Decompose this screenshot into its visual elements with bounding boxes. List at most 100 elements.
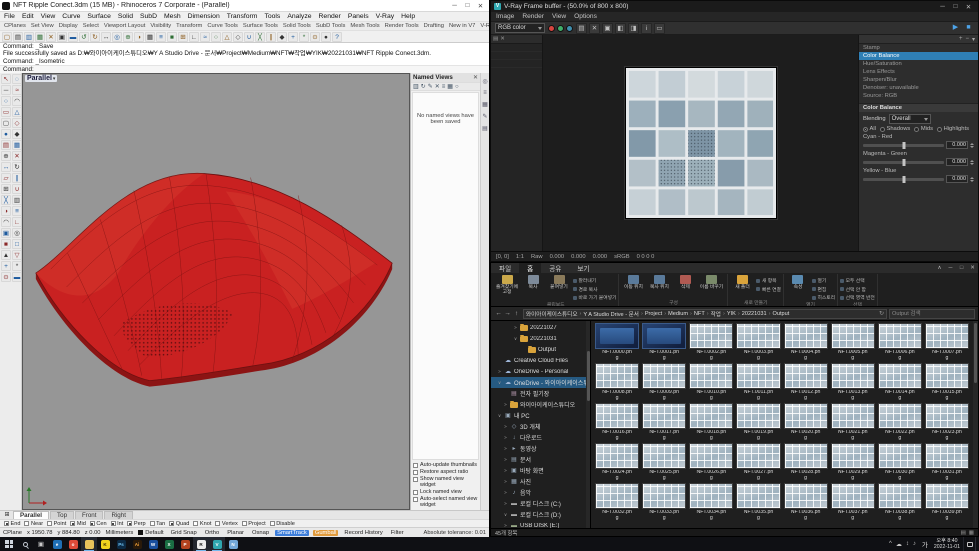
tree-item[interactable]: > 동영상 bbox=[491, 443, 590, 454]
layer-item[interactable]: Denoiser: unavailable bbox=[859, 84, 978, 92]
toolbar-tab[interactable]: Visibility bbox=[150, 23, 171, 29]
circle-icon[interactable]: ○ bbox=[1, 96, 11, 106]
trim-icon[interactable]: ╳ bbox=[255, 31, 265, 42]
pixel-information-icon[interactable]: i bbox=[641, 22, 652, 34]
properties-button[interactable]: 속성 bbox=[786, 274, 810, 290]
ribbon-tab[interactable]: 공유 bbox=[541, 263, 569, 273]
pan-icon[interactable]: ↔ bbox=[101, 31, 111, 42]
copy-button[interactable]: 복사 bbox=[521, 274, 545, 295]
file-item[interactable]: NFT.0019.png bbox=[736, 403, 781, 441]
tree-item[interactable]: ∨ 20221031 bbox=[491, 333, 590, 344]
revolve-icon[interactable]: ◎ bbox=[12, 228, 21, 238]
file-item[interactable]: NFT.0013.png bbox=[830, 363, 875, 401]
file-item[interactable]: NFT.0035.png bbox=[736, 483, 781, 521]
history-clear-icon[interactable]: ✕ bbox=[500, 36, 505, 42]
shell-icon[interactable]: □ bbox=[12, 239, 21, 249]
delete-button[interactable]: 삭제 bbox=[673, 274, 697, 290]
slider-handle[interactable] bbox=[902, 175, 905, 183]
paste-icon[interactable]: ▬ bbox=[68, 31, 78, 42]
history-save-icon[interactable]: ▤ bbox=[493, 36, 498, 42]
volume-tray-icon[interactable]: ♪ bbox=[913, 541, 916, 547]
file-explorer-icon[interactable] bbox=[81, 537, 97, 551]
refresh-icon[interactable]: ↻ bbox=[879, 310, 884, 317]
close-panel-icon[interactable]: ✕ bbox=[473, 74, 478, 81]
vfb-titlebar[interactable]: V V-Ray Frame buffer - (50.0% of 800 x 8… bbox=[491, 1, 978, 12]
minimize-button[interactable]: ─ bbox=[936, 3, 949, 11]
file-item[interactable]: NFT.0021.png bbox=[830, 403, 875, 441]
named-views-option[interactable]: Lock named view bbox=[413, 489, 478, 495]
file-item[interactable]: NFT.0012.png bbox=[783, 363, 828, 401]
undo-icon[interactable]: ↺ bbox=[79, 31, 89, 42]
illustrator-icon[interactable]: Ai bbox=[129, 537, 145, 551]
osnap-toggle[interactable]: Quad bbox=[169, 521, 189, 527]
display-panel-tab[interactable]: ▦ bbox=[482, 101, 488, 108]
ribbon-small-button[interactable]: 빠른 연결 bbox=[756, 286, 781, 293]
tree-item[interactable]: ∨ OneDrive - 와이아이케이스튜디오 bbox=[491, 377, 590, 388]
red-channel-icon[interactable] bbox=[548, 24, 555, 32]
checkbox[interactable] bbox=[89, 521, 95, 527]
named-views-option[interactable]: Auto-update thumbnails bbox=[413, 462, 478, 468]
file-item[interactable]: NFT.0006.png bbox=[877, 323, 922, 361]
region-render-icon[interactable]: ▭ bbox=[654, 22, 665, 34]
file-item[interactable]: NFT.0005.png bbox=[830, 323, 875, 361]
ripple-surface-3d[interactable] bbox=[23, 74, 409, 509]
solid-tools-icon[interactable]: ◇ bbox=[233, 31, 243, 42]
tree-item[interactable]: Creative Cloud Files bbox=[491, 355, 590, 366]
ribbon-small-button[interactable]: 편집 bbox=[812, 286, 835, 293]
rhino-icon[interactable]: R bbox=[193, 537, 209, 551]
surface-icon[interactable]: ▤ bbox=[1, 140, 11, 150]
checkbox[interactable] bbox=[70, 521, 76, 527]
tree-chevron-icon[interactable]: > bbox=[503, 501, 508, 506]
excel-icon[interactable]: X bbox=[161, 537, 177, 551]
history-slot[interactable] bbox=[491, 60, 542, 68]
osnap-toggle[interactable]: Cen bbox=[89, 521, 107, 527]
notepad-icon[interactable]: N bbox=[225, 537, 241, 551]
checkbox[interactable] bbox=[413, 496, 418, 502]
units-label[interactable]: Millimeters bbox=[106, 530, 134, 536]
cut-icon[interactable]: ✕ bbox=[46, 31, 56, 42]
redo-icon[interactable]: ↻ bbox=[90, 31, 100, 42]
channel-selector[interactable]: RGB color bbox=[495, 23, 545, 33]
help-icon[interactable]: ? bbox=[332, 31, 342, 42]
remove-layer-icon[interactable]: − bbox=[965, 36, 969, 42]
new-folder-button[interactable]: 새 폴더 bbox=[730, 274, 754, 290]
breadcrumb-segment[interactable]: Y A Studio Drive - 문서 bbox=[583, 310, 639, 318]
large-icons-view-icon[interactable]: ▦ bbox=[969, 530, 974, 536]
checkbox[interactable] bbox=[24, 521, 30, 527]
tree-item[interactable]: > 바탕 화면 bbox=[491, 465, 590, 476]
file-item[interactable]: NFT.0027.png bbox=[736, 443, 781, 481]
up-button[interactable]: ↑ bbox=[512, 310, 521, 317]
breadcrumb-segment[interactable]: 작업 bbox=[711, 310, 721, 318]
ribbon-small-button[interactable]: 새 항목 bbox=[756, 277, 781, 284]
checkbox[interactable] bbox=[269, 521, 275, 527]
word-icon[interactable]: W bbox=[145, 537, 161, 551]
details-view-icon[interactable]: ▤ bbox=[961, 530, 966, 536]
save-named-view-icon[interactable]: ▥ bbox=[413, 83, 419, 90]
open-file-icon[interactable]: ▤ bbox=[13, 31, 23, 42]
notification-center-button[interactable] bbox=[963, 537, 975, 551]
command-prompt[interactable]: Command: bbox=[0, 65, 489, 73]
menu-item[interactable]: Dimension bbox=[188, 13, 220, 20]
search-input[interactable] bbox=[889, 308, 975, 319]
menu-item[interactable]: Edit bbox=[22, 13, 34, 20]
photoshop-icon[interactable]: Ps bbox=[113, 537, 129, 551]
loft-icon[interactable]: ≡ bbox=[12, 206, 21, 216]
tree-chevron-icon[interactable]: ∨ bbox=[513, 336, 518, 342]
menu-item[interactable]: Render bbox=[319, 13, 341, 20]
shaded-view-icon[interactable]: ◑ bbox=[134, 31, 144, 42]
tree-item[interactable]: > 다운로드 bbox=[491, 432, 590, 443]
status-toggle[interactable]: Filter bbox=[389, 530, 406, 536]
ribbon-small-button[interactable]: 잘라내기 bbox=[573, 277, 616, 284]
close-button[interactable]: ✕ bbox=[962, 3, 975, 11]
slider-track[interactable] bbox=[863, 175, 944, 183]
file-item[interactable]: NFT.0029.png bbox=[830, 443, 875, 481]
ungroup-icon[interactable]: ▬ bbox=[12, 272, 21, 282]
forward-button[interactable]: → bbox=[503, 310, 512, 317]
file-item[interactable]: NFT.0018.png bbox=[689, 403, 734, 441]
thumbnail-view-icon[interactable]: ▦ bbox=[447, 83, 453, 90]
cap-icon[interactable]: ■ bbox=[1, 239, 11, 249]
select-icon[interactable]: ↖ bbox=[1, 74, 11, 84]
menu-item[interactable]: Options bbox=[574, 13, 597, 20]
save-file-icon[interactable]: ▥ bbox=[24, 31, 34, 42]
menu-item[interactable]: Mesh bbox=[164, 13, 181, 20]
